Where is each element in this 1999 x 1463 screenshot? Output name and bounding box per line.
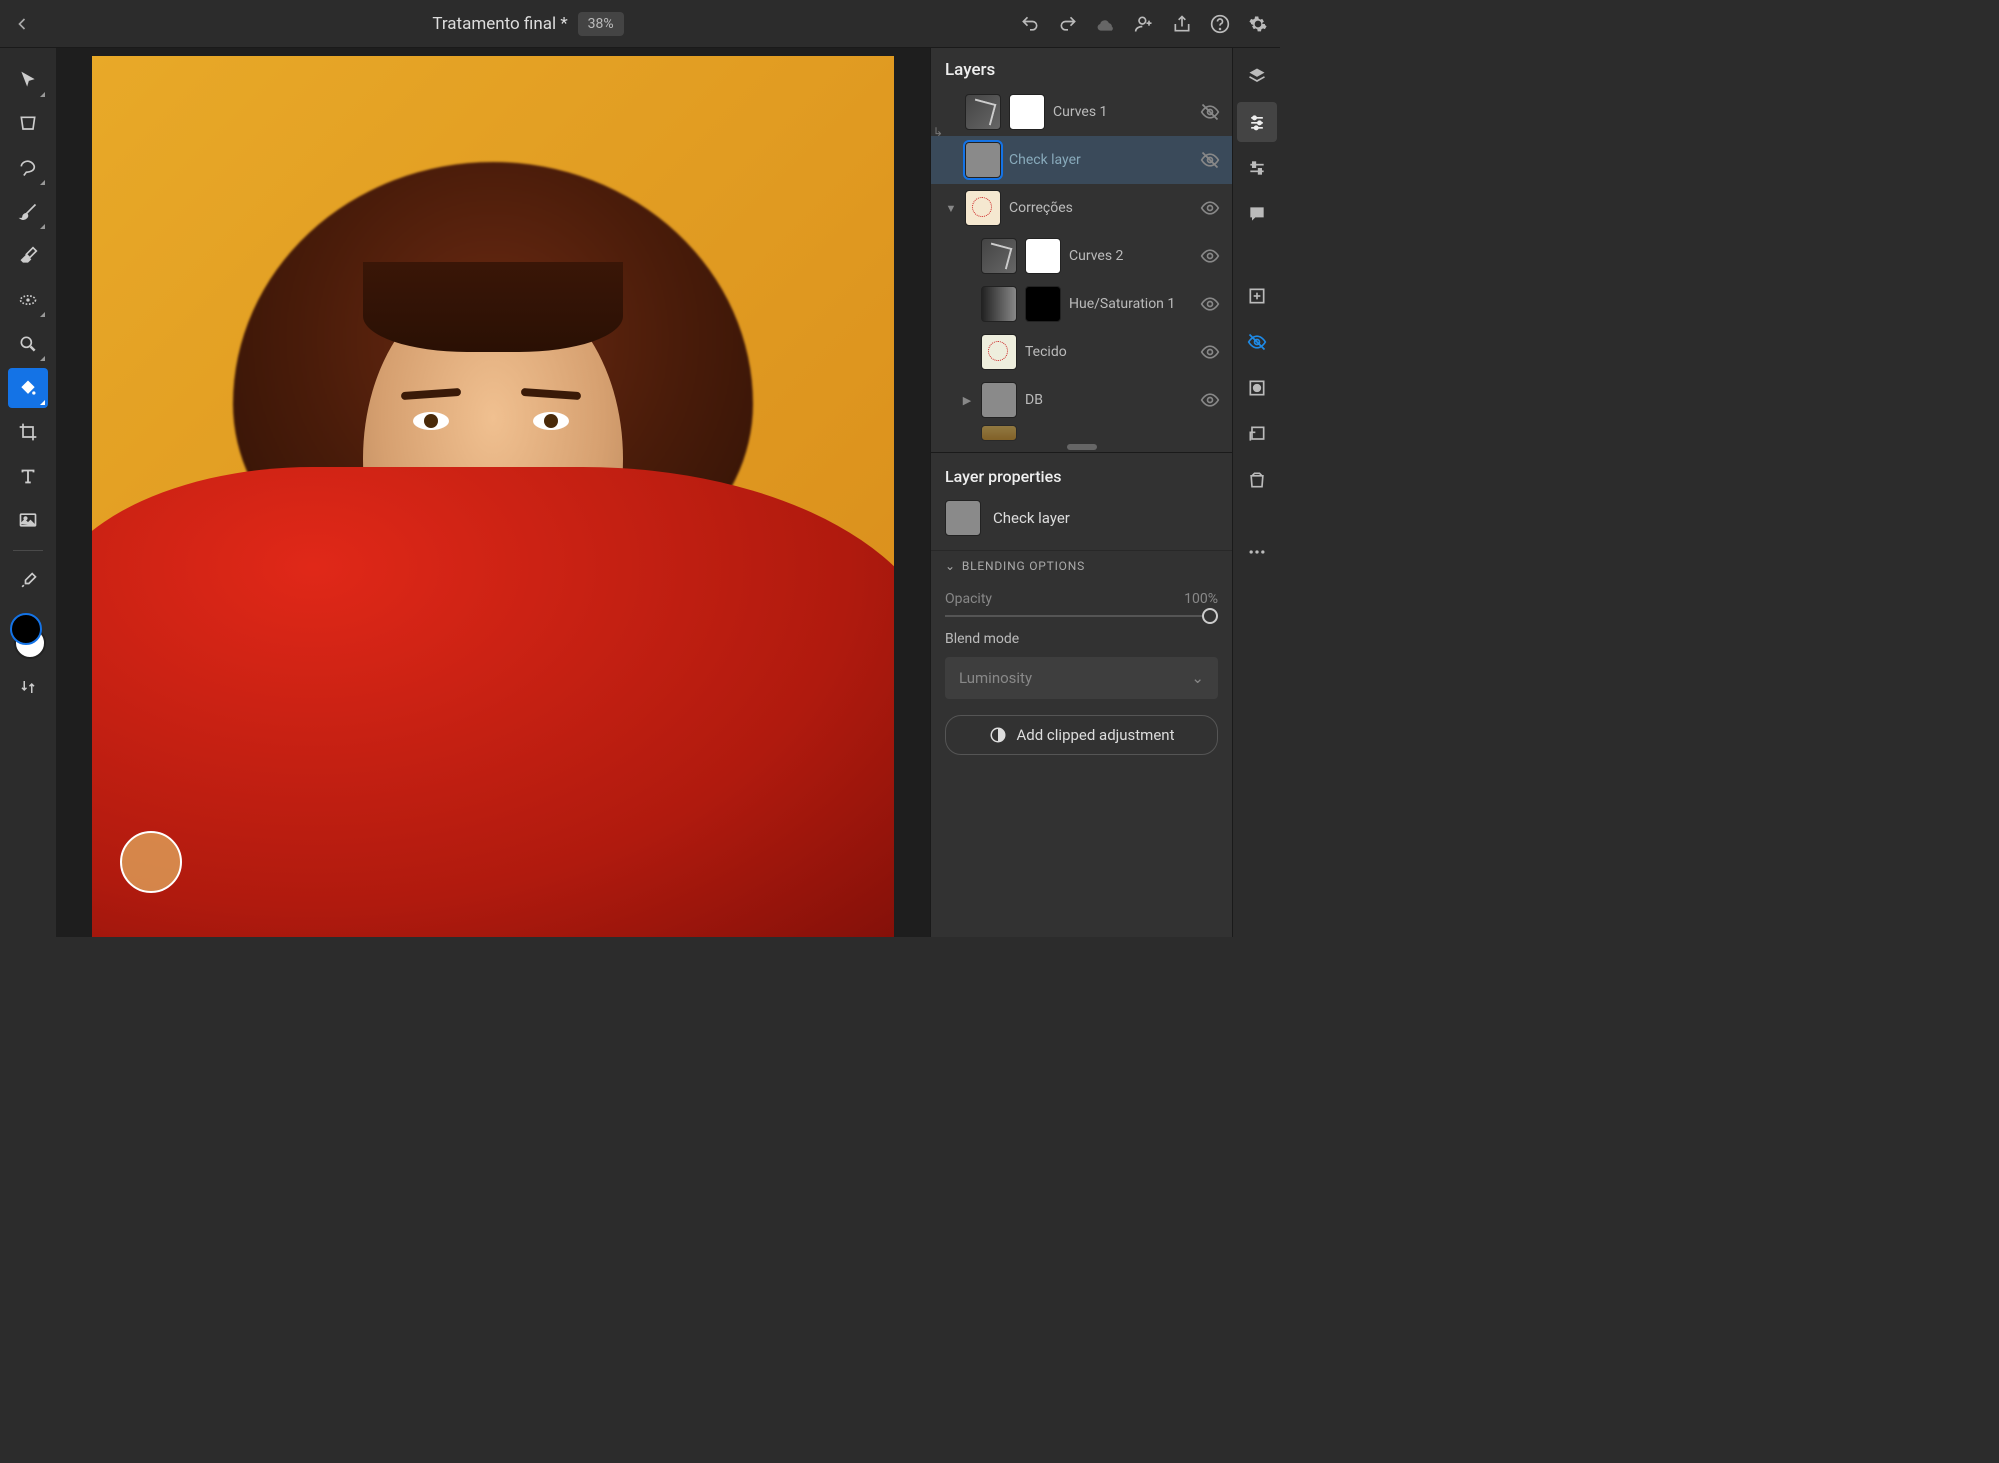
layer-icon[interactable]: [1237, 56, 1277, 96]
help-icon[interactable]: [1210, 14, 1230, 34]
blending-options-header[interactable]: ⌄ BLENDING OPTIONS: [931, 550, 1232, 581]
visibility-on-icon[interactable]: [1200, 246, 1222, 266]
layer-thumb-icon: [965, 94, 1001, 130]
panel-strip-right: [1232, 48, 1280, 937]
comments-icon[interactable]: [1237, 194, 1277, 234]
more-icon[interactable]: [1237, 532, 1277, 572]
layers-panel: Layers ↳ Curves 1 Check layer ▼ Correçõe…: [930, 48, 1232, 937]
layer-thumb-icon: [965, 142, 1001, 178]
crop-tool-icon[interactable]: [8, 412, 48, 452]
layer-properties-panel: Layer properties Check layer ⌄ BLENDING …: [931, 452, 1232, 937]
layer-row[interactable]: Check layer: [931, 136, 1232, 184]
group-thumb-icon: [981, 382, 1017, 418]
chevron-down-icon: ⌄: [945, 559, 956, 573]
add-clipped-adjustment-button[interactable]: Add clipped adjustment: [945, 715, 1218, 755]
layer-name: Tecido: [1025, 344, 1192, 360]
visibility-on-icon[interactable]: [1200, 342, 1222, 362]
delete-icon[interactable]: [1237, 460, 1277, 500]
layer-mask-icon: [1009, 94, 1045, 130]
visibility-on-icon[interactable]: [1200, 294, 1222, 314]
layers-list: ↳ Curves 1 Check layer ▼ Correções: [931, 88, 1232, 452]
visibility-on-icon[interactable]: [1200, 390, 1222, 410]
visibility-off-icon[interactable]: [1200, 102, 1222, 122]
color-swatches[interactable]: [8, 613, 48, 659]
back-button[interactable]: [12, 14, 36, 34]
add-layer-icon[interactable]: [1237, 276, 1277, 316]
canvas[interactable]: [92, 56, 894, 937]
adjustments-icon[interactable]: [1237, 148, 1277, 188]
layer-row[interactable]: Hue/Saturation 1: [931, 280, 1232, 328]
blend-mode-select[interactable]: Luminosity ⌄: [945, 657, 1218, 699]
chevron-down-icon: ⌄: [1191, 669, 1204, 687]
layer-row[interactable]: ↳ Curves 1: [931, 88, 1232, 136]
eyedropper-tool-icon[interactable]: [8, 561, 48, 601]
canvas-area[interactable]: [56, 48, 930, 937]
layer-row[interactable]: Tecido: [931, 328, 1232, 376]
props-layer-thumb-icon: [945, 500, 981, 536]
magnify-tool-icon[interactable]: [8, 324, 48, 364]
move-tool-icon[interactable]: [8, 60, 48, 100]
document-title: Tratamento final *: [432, 14, 567, 34]
heal-tool-icon[interactable]: [8, 280, 48, 320]
layer-mask-icon: [1025, 286, 1061, 322]
eraser-tool-icon[interactable]: [8, 236, 48, 276]
blend-mode-label: Blend mode: [931, 631, 1232, 653]
lasso-tool-icon[interactable]: [8, 148, 48, 188]
adjustment-icon: [989, 726, 1007, 744]
visibility-on-icon[interactable]: [1200, 198, 1222, 218]
layer-row[interactable]: [931, 424, 1232, 442]
header-bar: Tratamento final * 38%: [0, 0, 1280, 48]
layer-thumb-icon: [981, 238, 1017, 274]
type-tool-icon[interactable]: [8, 456, 48, 496]
undo-icon[interactable]: [1020, 14, 1040, 34]
share-icon[interactable]: [1172, 14, 1192, 34]
place-image-icon[interactable]: [8, 500, 48, 540]
clip-icon[interactable]: [1237, 414, 1277, 454]
opacity-value: 100%: [1184, 591, 1218, 607]
fill-tool-icon[interactable]: [8, 368, 48, 408]
disclosure-icon[interactable]: ▼: [945, 202, 957, 215]
disclosure-icon[interactable]: ▶: [961, 394, 973, 407]
scrollbar-thumb[interactable]: [1067, 444, 1097, 450]
properties-icon[interactable]: [1237, 102, 1277, 142]
layer-thumb-icon: [981, 425, 1017, 441]
layer-row[interactable]: Curves 2: [931, 232, 1232, 280]
layer-row-group[interactable]: ▼ Correções: [931, 184, 1232, 232]
opacity-label: Opacity: [945, 591, 992, 607]
layer-thumb-icon: [981, 286, 1017, 322]
layer-mask-icon: [1025, 238, 1061, 274]
layer-thumb-icon: [981, 334, 1017, 370]
swap-colors-icon[interactable]: [8, 667, 48, 707]
foreground-color[interactable]: [10, 613, 42, 645]
props-layer-name: Check layer: [993, 509, 1070, 527]
properties-title: Layer properties: [931, 453, 1232, 496]
brush-preview-circle: [120, 831, 182, 893]
cloud-icon[interactable]: [1096, 14, 1116, 34]
clip-indicator-icon: ↳: [933, 125, 943, 139]
transform-tool-icon[interactable]: [8, 104, 48, 144]
visibility-off-icon[interactable]: [1200, 150, 1222, 170]
brush-tool-icon[interactable]: [8, 192, 48, 232]
layer-row-group[interactable]: ▶ DB: [931, 376, 1232, 424]
layer-name: Curves 1: [1053, 104, 1192, 120]
layers-title: Layers: [931, 48, 1232, 88]
redo-icon[interactable]: [1058, 14, 1078, 34]
settings-icon[interactable]: [1248, 14, 1268, 34]
hide-layer-icon[interactable]: [1237, 322, 1277, 362]
opacity-slider[interactable]: [945, 615, 1218, 617]
layer-name: Hue/Saturation 1: [1069, 296, 1192, 312]
layer-name: Curves 2: [1069, 248, 1192, 264]
layer-name: Correções: [1009, 200, 1192, 216]
group-thumb-icon: [965, 190, 1001, 226]
layer-name: Check layer: [1009, 152, 1192, 168]
invite-icon[interactable]: [1134, 14, 1154, 34]
toolbar-left: [0, 48, 56, 937]
layer-name: DB: [1025, 392, 1192, 408]
mask-icon[interactable]: [1237, 368, 1277, 408]
zoom-badge[interactable]: 38%: [578, 12, 624, 36]
